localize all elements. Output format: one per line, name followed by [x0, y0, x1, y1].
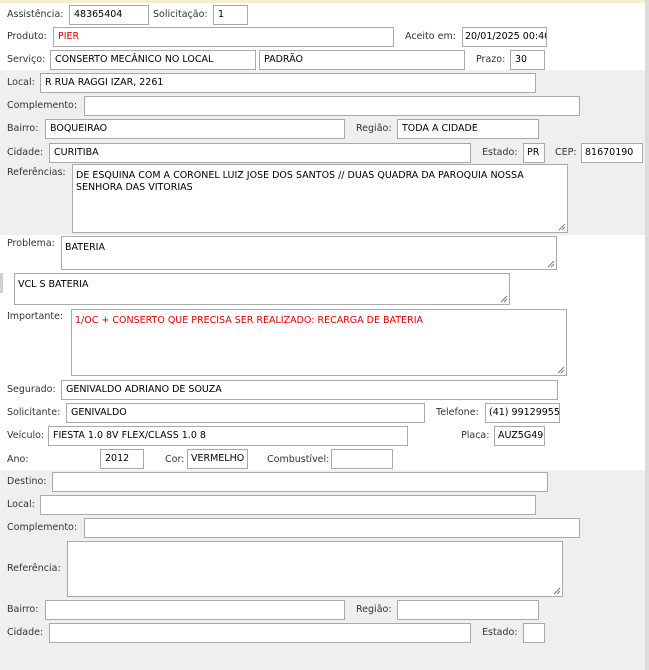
cor-label: Cor: — [165, 454, 185, 465]
importante-text: 1/OC + CONSERTO QUE PRECISA SER REALIZAD… — [75, 315, 424, 326]
resize-grip-icon[interactable] — [547, 260, 555, 268]
destino-local-field[interactable] — [40, 495, 536, 515]
placa-field[interactable]: AUZ5G49 — [494, 426, 545, 446]
telefone-field[interactable]: (41) 991299552 — [485, 403, 560, 423]
destino-cidade-label: Cidade: — [7, 627, 44, 638]
destino-referencia-textarea[interactable] — [67, 541, 563, 597]
resize-grip-icon[interactable] — [557, 366, 565, 374]
destino-regiao-field[interactable] — [397, 600, 539, 620]
segurado-label: Segurado: — [7, 384, 56, 395]
destino-regiao-label: Região: — [356, 604, 392, 615]
regiao-label: Região: — [356, 123, 392, 134]
complemento-field[interactable] — [84, 96, 580, 116]
combustivel-label: Combustível: — [267, 454, 330, 465]
destino-referencia-label: Referência: — [7, 563, 61, 574]
destino-estado-label: Estado: — [482, 627, 518, 638]
destino-bairro-field[interactable] — [45, 600, 345, 620]
destino-bairro-label: Bairro: — [7, 604, 39, 615]
solicitante-field[interactable]: GENIVALDO — [66, 403, 425, 423]
resize-grip-icon[interactable] — [558, 223, 566, 231]
cep-label: CEP: — [555, 147, 577, 158]
solicitante-label: Solicitante: — [7, 407, 61, 418]
aceito-field[interactable]: 20/01/2025 00:40 — [462, 27, 547, 47]
destino-label: Destino: — [7, 476, 47, 487]
problema-detalhe-textarea[interactable]: VCL S BATERIA — [14, 273, 510, 305]
destino-cidade-field[interactable] — [49, 623, 471, 643]
cidade-label: Cidade: — [7, 147, 44, 158]
destino-field[interactable] — [52, 472, 548, 492]
resize-grip-icon[interactable] — [553, 587, 561, 595]
local-label: Local: — [7, 77, 35, 88]
destino-estado-field[interactable] — [523, 623, 545, 643]
cor-field[interactable]: VERMELHO — [187, 449, 248, 469]
solicitacao-label: Solicitação: — [153, 9, 208, 20]
produto-field[interactable]: PIER — [53, 27, 394, 47]
ano-field[interactable]: 2012 — [100, 449, 144, 469]
scrollbar-track[interactable] — [645, 0, 649, 670]
destino-local-label: Local: — [7, 499, 35, 510]
destino-complemento-label: Complemento: — [7, 522, 78, 533]
assistencia-field[interactable]: 48365404 — [69, 5, 149, 25]
cep-field[interactable]: 81670190 — [581, 143, 643, 163]
combustivel-field[interactable] — [331, 449, 393, 469]
produto-label: Produto: — [7, 31, 47, 42]
destino-complemento-field[interactable] — [84, 518, 580, 538]
veiculo-field[interactable]: FIESTA 1.0 8V FLEX/CLASS 1.0 8 — [48, 426, 408, 446]
servico-field[interactable]: CONSERTO MECÂNICO NO LOCAL — [50, 50, 256, 70]
regiao-field[interactable]: TODA A CIDADE — [397, 119, 539, 139]
local-field[interactable]: R RUA RAGGI IZAR, 2261 — [40, 73, 536, 93]
resize-grip-icon[interactable] — [500, 295, 508, 303]
problema-label: Problema: — [7, 238, 55, 249]
prazo-field[interactable]: 30 — [510, 50, 545, 70]
bairro-label: Bairro: — [7, 123, 39, 134]
complemento-label: Complemento: — [7, 100, 78, 111]
top-border — [0, 0, 649, 3]
telefone-label: Telefone: — [436, 407, 479, 418]
referencias-textarea[interactable]: DE ESQUINA COM A CORONEL LUIZ JOSE DOS S… — [72, 164, 568, 233]
prazo-label: Prazo: — [476, 54, 506, 65]
servico-label: Serviço: — [7, 54, 46, 65]
problema-textarea[interactable]: BATERIA — [61, 236, 557, 270]
referencias-text: DE ESQUINA COM A CORONEL LUIZ JOSE DOS S… — [76, 170, 524, 193]
importante-label: Importante: — [7, 311, 64, 322]
segurado-field[interactable]: GENIVALDO ADRIANO DE SOUZA — [61, 380, 558, 400]
veiculo-label: Veículo: — [7, 430, 45, 441]
referencias-label: Referências: — [7, 167, 66, 178]
aceito-label: Aceito em: — [405, 31, 456, 42]
importante-textarea[interactable]: 1/OC + CONSERTO QUE PRECISA SER REALIZAD… — [71, 309, 567, 376]
assistencia-label: Assistência: — [7, 9, 64, 20]
servico-tipo-field[interactable]: PADRÃO — [259, 50, 465, 70]
solicitacao-field[interactable]: 1 — [213, 5, 248, 25]
problema-detalhe-text: VCL S BATERIA — [18, 279, 89, 290]
ano-label: Ano: — [7, 454, 29, 465]
bairro-field[interactable]: BOQUEIRAO — [45, 119, 345, 139]
side-marker — [0, 273, 3, 293]
cidade-field[interactable]: CURITIBA — [49, 143, 471, 163]
placa-label: Placa: — [461, 430, 490, 441]
problema-text: BATERIA — [65, 242, 105, 253]
estado-field[interactable]: PR — [523, 143, 545, 163]
estado-label: Estado: — [482, 147, 518, 158]
